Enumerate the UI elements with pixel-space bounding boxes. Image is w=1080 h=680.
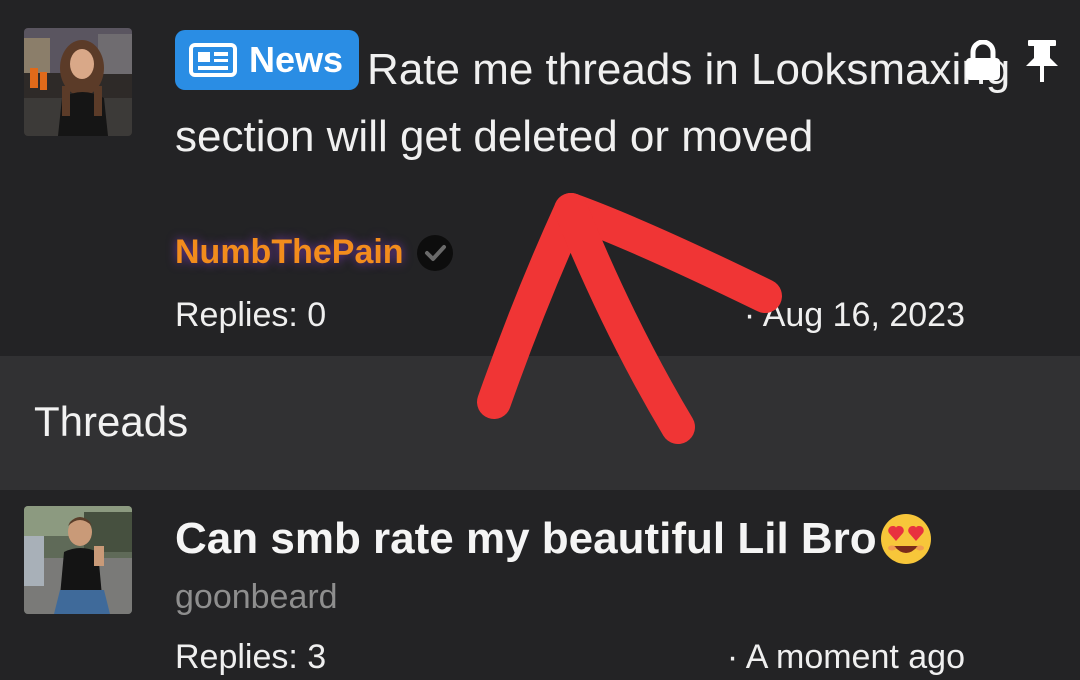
featured-thread-author: NumbThePain xyxy=(175,233,454,272)
heart-eyes-emoji-icon xyxy=(879,512,933,566)
avatar[interactable] xyxy=(24,506,132,614)
thread-list-page: News Rate me threads in Looksmaxing sect… xyxy=(0,0,1080,680)
thread-meta: Replies: 3 · A moment ago xyxy=(175,638,965,677)
featured-thread-title[interactable]: News Rate me threads in Looksmaxing sect… xyxy=(175,30,1035,170)
news-prefix-badge[interactable]: News xyxy=(175,30,360,90)
featured-thread-row[interactable]: News Rate me threads in Looksmaxing sect… xyxy=(0,0,1080,356)
thread-title-text[interactable]: Can smb rate my beautiful Lil Bro xyxy=(175,514,877,564)
section-title: Threads xyxy=(34,398,189,445)
lock-icon xyxy=(964,40,1002,82)
threads-section-header: Threads xyxy=(0,356,1080,490)
thread-status-icons xyxy=(964,40,1060,82)
newspaper-icon xyxy=(189,42,237,78)
verified-badge-icon xyxy=(416,234,454,272)
author-username[interactable]: goonbeard xyxy=(175,578,338,617)
news-badge-label: News xyxy=(249,39,344,80)
thread-date: · Aug 16, 2023 xyxy=(743,296,965,334)
featured-thread-meta: Replies: 0 · Aug 16, 2023 xyxy=(175,296,965,335)
replies-count: Replies: 0 xyxy=(175,296,327,334)
pin-icon xyxy=(1024,40,1060,82)
avatar[interactable] xyxy=(24,28,132,136)
author-username[interactable]: NumbThePain xyxy=(175,233,404,272)
replies-count: Replies: 3 xyxy=(175,638,327,676)
thread-row[interactable]: Can smb rate my beautiful Lil Bro goonbe… xyxy=(0,490,1080,680)
thread-time: · A moment ago xyxy=(726,638,965,676)
thread-title[interactable]: Can smb rate my beautiful Lil Bro xyxy=(175,512,933,566)
